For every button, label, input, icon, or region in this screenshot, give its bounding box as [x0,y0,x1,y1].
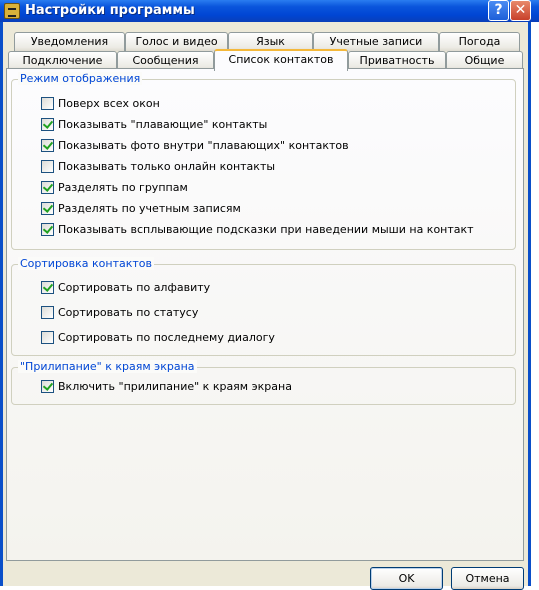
group-title-display-mode: Режим отображения [18,72,143,85]
ok-button[interactable]: OK [370,567,443,590]
checkbox-label: Сортировать по последнему диалогу [58,331,275,344]
checkbox-label: Разделять по учетным записям [58,202,241,215]
close-button[interactable]: ✕ [510,0,531,21]
checkbox-box[interactable] [41,202,54,215]
checkbox-label: Показывать всплывающие подсказки при нав… [58,223,474,236]
checkbox-label: Показывать "плавающие" контакты [58,118,268,131]
checkbox-box[interactable] [41,306,54,319]
checkbox-label: Поверх всех окон [58,97,160,110]
group-screen-snapping: "Прилипание" к краям экрана Включить "пр… [11,360,516,405]
app-icon [4,3,20,19]
checkbox-box[interactable] [41,331,54,344]
group-display-mode: Режим отображения Поверх всех окон Показ… [11,72,516,250]
checkbox-label: Показывать фото внутри "плавающих" конта… [58,139,349,152]
tab-weather[interactable]: Погода [439,32,520,51]
checkbox-box[interactable] [41,281,54,294]
help-button[interactable]: ? [488,0,509,21]
cancel-button[interactable]: Отмена [451,567,524,590]
screen-background [531,22,539,586]
tab-notifications[interactable]: Уведомления [14,32,125,51]
tab-contact-list[interactable]: Список контактов [214,49,348,71]
window-title: Настройки программы [25,3,195,18]
tab-voice-video[interactable]: Голос и видео [125,32,228,51]
checkbox-box[interactable] [41,380,54,393]
title-bar[interactable]: Настройки программы ? ✕ [0,0,539,22]
group-contact-sorting: Сортировка контактов Сортировать по алфа… [11,257,516,356]
checkbox-box[interactable] [41,118,54,131]
checkbox-box[interactable] [41,160,54,173]
checkbox-label: Разделять по группам [58,181,188,194]
checkbox-box[interactable] [41,139,54,152]
checkbox-label: Сортировать по статусу [58,306,199,319]
tab-panel-contact-list: Режим отображения Поверх всех окон Показ… [6,68,524,561]
group-title-contact-sorting: Сортировка контактов [18,257,155,270]
checkbox-label: Включить "прилипание" к краям экрана [58,380,292,393]
group-title-screen-snapping: "Прилипание" к краям экрана [18,360,197,373]
checkbox-box[interactable] [41,97,54,110]
checkbox-label: Показывать только онлайн контакты [58,160,276,173]
checkbox-box[interactable] [41,223,54,236]
checkbox-label: Сортировать по алфавиту [58,281,211,294]
checkbox-box[interactable] [41,181,54,194]
